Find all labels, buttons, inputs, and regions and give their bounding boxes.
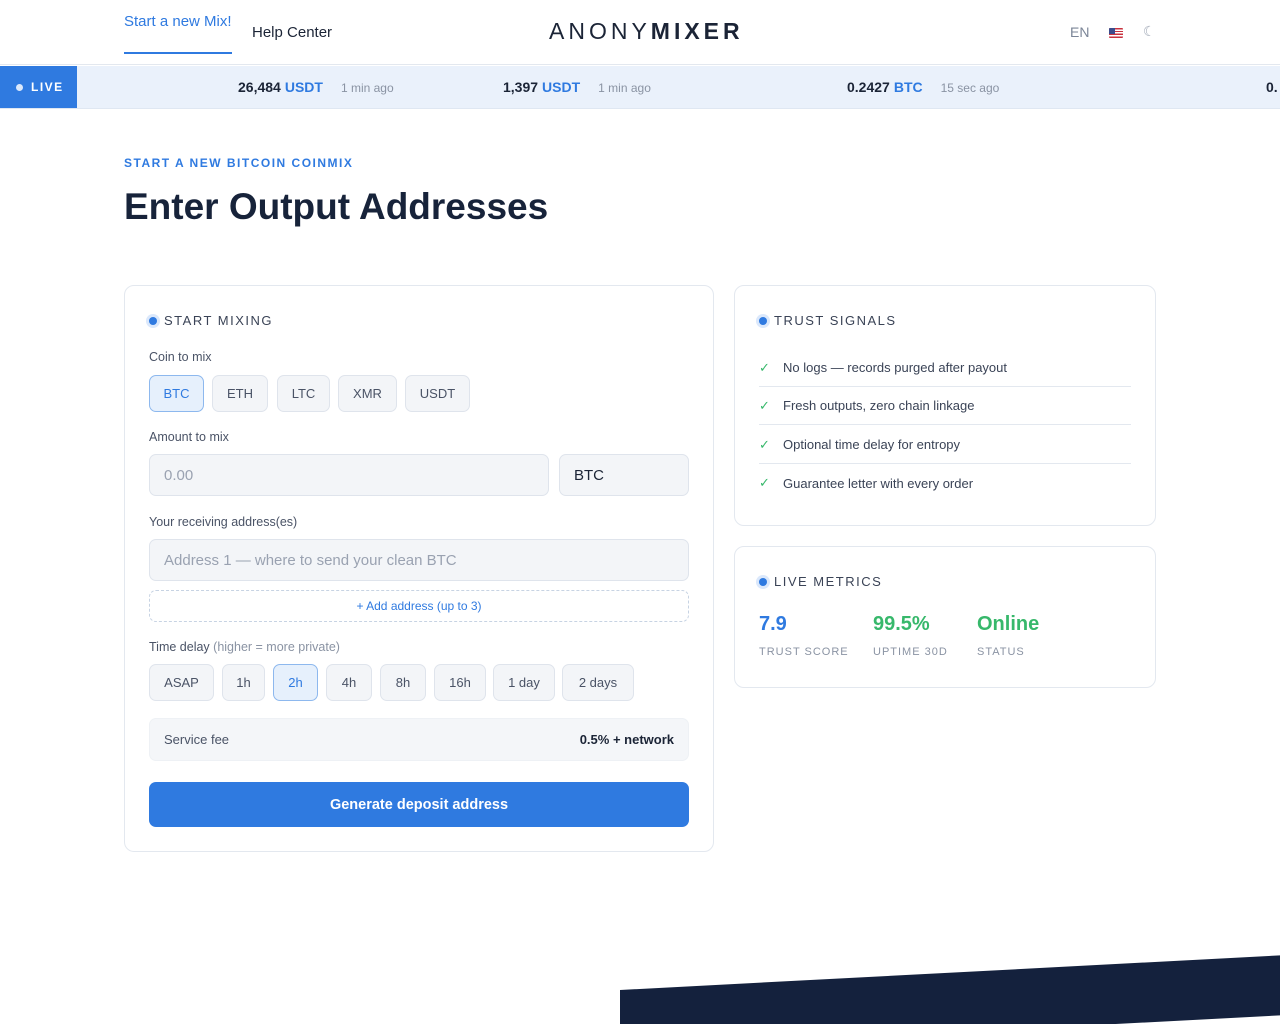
metric-uptime: 99.5% UPTIME 30D <box>873 613 948 658</box>
live-badge-label: LIVE <box>31 80 64 94</box>
time-delay-label-text: Time delay <box>149 640 210 654</box>
logo-light-part: ANONY <box>549 18 651 44</box>
time-delay-hint: (higher = more private) <box>213 640 340 654</box>
page-eyebrow: START A NEW BITCOIN COINMIX <box>124 156 354 170</box>
live-badge: LIVE <box>0 66 77 108</box>
heading-dot-icon <box>759 577 767 586</box>
brand-logo[interactable]: ANONYMIXER <box>549 18 744 45</box>
ticker-time: 1 min ago <box>340 81 394 95</box>
live-dot-icon <box>16 83 23 91</box>
ticker-amount: 0. <box>1266 79 1278 95</box>
trust-item: ✓ Optional time delay for entropy <box>759 426 1131 464</box>
live-metrics-heading: LIVE METRICS <box>759 574 882 589</box>
delay-chip-1-day[interactable]: 1 day <box>493 664 555 701</box>
trust-item: ✓ Fresh outputs, zero chain linkage <box>759 387 1131 425</box>
metric-label: UPTIME 30D <box>873 646 948 658</box>
decorative-footer-shape <box>620 953 1280 1024</box>
ticker-item: 26,484 USDT 1 min ago <box>238 79 394 95</box>
metric-value: 7.9 <box>759 613 787 635</box>
coin-chip-eth[interactable]: ETH <box>212 375 268 412</box>
trust-item-label: No logs — records purged after payout <box>783 360 1008 375</box>
delay-chip-1h[interactable]: 1h <box>222 664 265 701</box>
check-icon: ✓ <box>759 475 770 490</box>
coin-chip-usdt[interactable]: USDT <box>405 375 470 412</box>
amount-to-mix-label: Amount to mix <box>149 430 229 444</box>
generate-deposit-address-button[interactable]: Generate deposit address <box>149 782 689 827</box>
coin-to-mix-label: Coin to mix <box>149 350 212 364</box>
service-fee-label: Service fee <box>164 732 230 747</box>
ticker-amount: 1,397 <box>503 79 539 95</box>
add-address-button[interactable]: + Add address (up to 3) <box>149 590 689 622</box>
metric-value: 99.5% <box>873 613 930 635</box>
trust-item-label: Fresh outputs, zero chain linkage <box>783 398 975 413</box>
trust-signals-heading: TRUST SIGNALS <box>759 313 897 328</box>
start-mixing-heading-label: START MIXING <box>164 313 274 328</box>
delay-chip-2-days[interactable]: 2 days <box>562 664 634 701</box>
page-title: Enter Output Addresses <box>124 186 549 227</box>
metric-status: Online STATUS <box>977 613 1039 658</box>
start-mixing-heading: START MIXING <box>149 313 273 328</box>
trust-item-label: Optional time delay for entropy <box>783 437 961 452</box>
coin-chip-btc[interactable]: BTC <box>149 375 204 412</box>
delay-chip-asap[interactable]: ASAP <box>149 664 214 701</box>
receiving-address-label: Your receiving address(es) <box>149 515 298 529</box>
check-icon: ✓ <box>759 397 770 413</box>
ticker-amount: 0.2427 <box>847 79 890 95</box>
ticker-item: 0. <box>1266 79 1278 95</box>
ticker-item: 1,397 USDT 1 min ago <box>503 79 651 95</box>
ticker-time: 1 min ago <box>598 81 651 95</box>
start-mixing-card: START MIXING Coin to mix BTC ETH LTC XMR… <box>124 285 714 852</box>
metric-label: STATUS <box>977 646 1025 658</box>
live-metrics-card: LIVE METRICS 7.9 TRUST SCORE 99.5% UPTIM… <box>734 546 1156 688</box>
check-icon: ✓ <box>759 359 770 375</box>
delay-chip-16h[interactable]: 16h <box>434 664 486 701</box>
delay-chip-2h[interactable]: 2h <box>273 664 318 701</box>
trust-item: ✓ No logs — records purged after payout <box>759 349 1131 387</box>
heading-dot-icon <box>149 316 157 325</box>
trust-item-label: Guarantee letter with every order <box>783 475 974 491</box>
tab-start-new-mix[interactable]: Start a new Mix! <box>124 0 232 54</box>
live-metrics-heading-label: LIVE METRICS <box>774 574 883 589</box>
trust-signals-card: TRUST SIGNALS ✓ No logs — records purged… <box>734 285 1156 526</box>
ticker-coin: USDT <box>284 79 323 95</box>
time-delay-label: Time delay (higher = more private) <box>149 640 340 654</box>
heading-dot-icon <box>759 316 767 325</box>
amount-input[interactable]: 0.00 <box>149 454 549 496</box>
top-header: Start a new Mix! Help Center ANONYMIXER … <box>0 0 1280 65</box>
metric-label: TRUST SCORE <box>759 646 849 658</box>
service-fee-value: 0.5% + network <box>579 732 674 747</box>
ticker-item: 0.2427 BTC 15 sec ago <box>847 79 999 95</box>
coin-chip-ltc[interactable]: LTC <box>277 375 330 412</box>
metric-trust-score: 7.9 TRUST SCORE <box>759 613 849 658</box>
trust-item: ✓ Guarantee letter with every order <box>759 464 1131 502</box>
ticker-amount: 26,484 <box>238 79 281 95</box>
delay-chip-4h[interactable]: 4h <box>326 664 372 701</box>
ticker-coin: USDT <box>542 79 581 95</box>
moon-icon[interactable]: ☾ <box>1143 23 1156 40</box>
live-ticker: LIVE 26,484 USDT 1 min ago 1,397 USDT 1 min … <box>0 66 1280 109</box>
tab-help-center[interactable]: Help Center <box>252 10 332 54</box>
coin-chip-xmr[interactable]: XMR <box>338 375 397 412</box>
service-fee-row: Service fee 0.5% + network <box>149 718 689 761</box>
language-selector[interactable]: EN <box>1070 24 1089 40</box>
address-input[interactable]: Address 1 — where to send your clean BTC <box>149 539 689 581</box>
ticker-time: 15 sec ago <box>940 81 1000 95</box>
us-flag-icon[interactable] <box>1109 28 1123 38</box>
logo-bold-part: MIXER <box>650 18 744 44</box>
ticker-coin: BTC <box>893 79 923 95</box>
delay-chip-8h[interactable]: 8h <box>380 664 426 701</box>
check-icon: ✓ <box>759 436 770 452</box>
trust-signals-heading-label: TRUST SIGNALS <box>774 313 897 328</box>
metric-value: Online <box>977 613 1040 635</box>
amount-unit-field[interactable]: BTC <box>559 454 689 496</box>
